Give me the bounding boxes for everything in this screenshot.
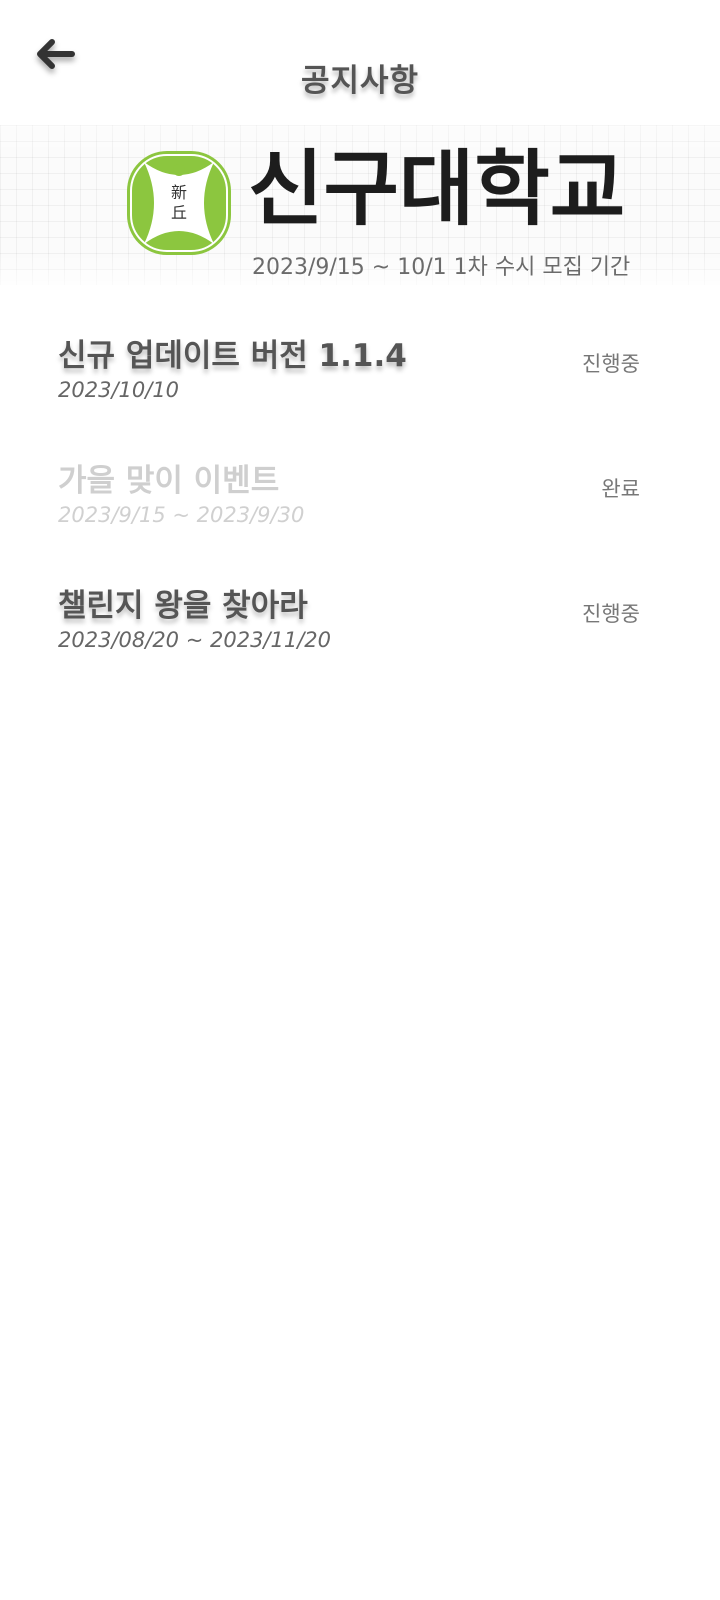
status-label: 완료 <box>601 477 640 501</box>
notice-item[interactable]: 챌린지 왕을 찾아라 2023/08/20 ~ 2023/11/20 진행중 <box>58 580 658 705</box>
notice-title: 챌린지 왕을 찾아라 <box>58 588 308 624</box>
notice-date: 2023/9/15 ~ 2023/9/30 <box>58 503 305 527</box>
notice-item[interactable]: 신규 업데이트 버전 1.1.4 2023/10/10 진행중 <box>58 330 658 455</box>
emblem-char-2: 丘 <box>171 203 187 222</box>
university-name: 신구대학교 <box>248 142 626 237</box>
banner-caption: 2023/9/15 ~ 10/1 1차 수시 모집 기간 <box>252 255 631 280</box>
emblem-char-1: 新 <box>171 183 187 202</box>
notice-item[interactable]: 가을 맞이 이벤트 2023/9/15 ~ 2023/9/30 완료 <box>58 455 658 580</box>
status-label: 진행중 <box>582 602 640 626</box>
university-banner: 新 丘 신구대학교 2023/9/15 ~ 10/1 1차 수시 모집 기간 <box>0 125 720 285</box>
notice-title: 신규 업데이트 버전 1.1.4 <box>58 338 407 374</box>
app-header: 공지사항 <box>0 0 720 120</box>
notice-list: 신규 업데이트 버전 1.1.4 2023/10/10 진행중 가을 맞이 이벤… <box>58 330 658 705</box>
notice-screen: 공지사항 新 丘 신구대학교 2023/9/15 ~ 10/1 1차 수시 모집… <box>0 0 720 1600</box>
status-label: 진행중 <box>582 352 640 376</box>
notice-title: 가을 맞이 이벤트 <box>58 463 280 499</box>
notice-date: 2023/10/10 <box>58 378 180 402</box>
page-title: 공지사항 <box>300 63 420 99</box>
university-emblem-icon: 新 丘 <box>127 151 231 255</box>
notice-date: 2023/08/20 ~ 2023/11/20 <box>58 628 332 652</box>
